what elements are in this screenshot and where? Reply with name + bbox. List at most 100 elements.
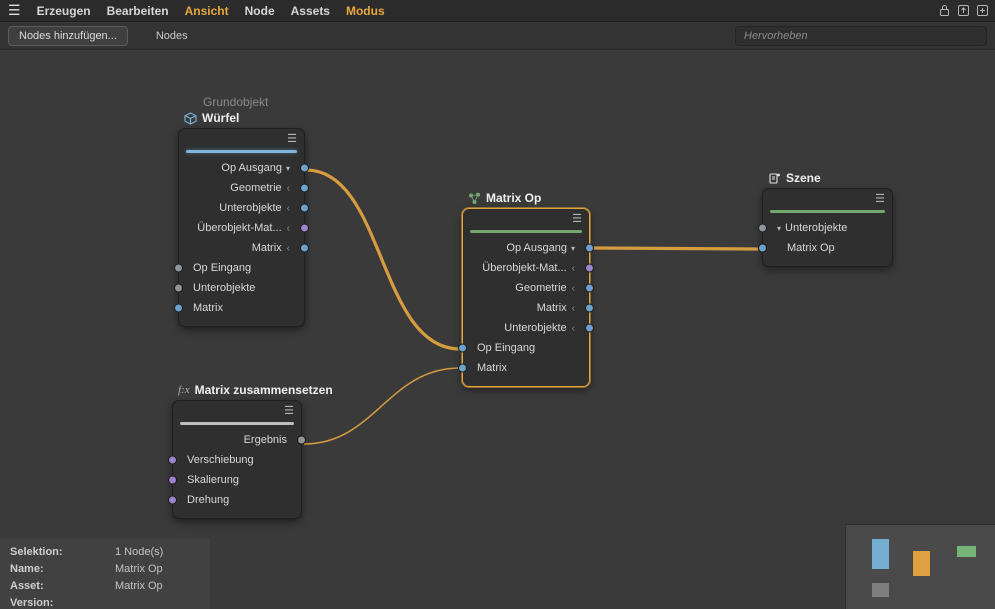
node-matrix-zusammensetzen[interactable]: f:x Matrix zusammensetzen ☰ Ergebnis Ver… bbox=[172, 400, 302, 519]
node-header[interactable]: ☰ bbox=[463, 209, 589, 230]
expand-icon[interactable]: ▾ bbox=[777, 224, 781, 233]
port-dot[interactable] bbox=[758, 244, 767, 253]
minimap-node-szene bbox=[957, 546, 976, 557]
node-toolbar: Nodes hinzufügen... Nodes bbox=[0, 23, 995, 50]
node-wuerfel[interactable]: Grundobjekt Würfel ☰ Op Ausgang ▾ Geomet… bbox=[178, 128, 305, 327]
node-header[interactable]: ☰ bbox=[173, 401, 301, 422]
connection-wire[interactable] bbox=[306, 170, 460, 349]
port-dot[interactable] bbox=[585, 284, 594, 293]
menu-ansicht[interactable]: Ansicht bbox=[177, 4, 237, 18]
port-dot[interactable] bbox=[174, 284, 183, 293]
menu-modus[interactable]: Modus bbox=[338, 4, 393, 18]
node-matrix-op[interactable]: Matrix Op ☰ Op Ausgang ▾ Überobjekt-Mat.… bbox=[462, 208, 590, 387]
node-menu-icon[interactable]: ☰ bbox=[875, 192, 885, 205]
collapse-icon[interactable]: ‹ bbox=[572, 263, 575, 274]
port-dot[interactable] bbox=[758, 224, 767, 233]
port-dot[interactable] bbox=[300, 204, 309, 213]
port-label: Op Eingang bbox=[477, 342, 535, 354]
collapse-icon[interactable]: ‹ bbox=[287, 223, 290, 234]
port-dot[interactable] bbox=[300, 164, 309, 173]
node-caption: Matrix Op bbox=[468, 191, 541, 205]
port-label: Geometrie bbox=[230, 182, 281, 194]
collapse-icon[interactable]: ‹ bbox=[287, 203, 290, 214]
port-dot[interactable] bbox=[174, 304, 183, 313]
menu-erzeugen[interactable]: Erzeugen bbox=[29, 4, 99, 18]
port-row: Op Eingang bbox=[179, 258, 304, 278]
node-accent-bar bbox=[180, 422, 294, 425]
info-row: Version: bbox=[10, 594, 210, 609]
port-row: Op Ausgang ▾ bbox=[179, 158, 304, 178]
port-dot[interactable] bbox=[300, 184, 309, 193]
expand-icon[interactable]: ▾ bbox=[286, 164, 290, 173]
node-menu-icon[interactable]: ☰ bbox=[284, 404, 294, 417]
port-label: Überobjekt-Mat... bbox=[197, 222, 281, 234]
port-dot[interactable] bbox=[458, 364, 467, 373]
hamburger-menu-icon[interactable]: ☰ bbox=[0, 2, 29, 19]
port-row: Matrix bbox=[179, 298, 304, 318]
port-dot[interactable] bbox=[585, 304, 594, 313]
node-title: Würfel bbox=[202, 111, 239, 125]
node-szene[interactable]: Szene ☰ ▾ Unterobjekte Matrix Op bbox=[762, 188, 893, 267]
collapse-icon[interactable]: ‹ bbox=[572, 283, 575, 294]
new-panel-icon[interactable] bbox=[976, 4, 989, 17]
connection-wire[interactable] bbox=[304, 368, 460, 444]
menu-assets[interactable]: Assets bbox=[283, 4, 338, 18]
info-label: Name: bbox=[10, 563, 115, 575]
node-accent-bar bbox=[770, 210, 885, 213]
connection-wire[interactable] bbox=[592, 248, 758, 249]
port-dot[interactable] bbox=[174, 264, 183, 273]
port-label: Matrix Op bbox=[787, 242, 835, 254]
port-dot[interactable] bbox=[458, 344, 467, 353]
collapse-icon[interactable]: ‹ bbox=[287, 243, 290, 254]
port-label: Unterobjekte bbox=[219, 202, 281, 214]
menu-node[interactable]: Node bbox=[237, 4, 283, 18]
port-label: Matrix bbox=[252, 242, 282, 254]
port-row: Verschiebung bbox=[173, 450, 301, 470]
node-caption: f:x Matrix zusammensetzen bbox=[178, 383, 333, 397]
node-accent-bar bbox=[470, 230, 582, 233]
minimap-node-wuerfel bbox=[872, 539, 889, 569]
node-header[interactable]: ☰ bbox=[179, 129, 304, 150]
node-menu-icon[interactable]: ☰ bbox=[287, 132, 297, 145]
port-label: Op Ausgang bbox=[221, 162, 282, 174]
node-menu-icon[interactable]: ☰ bbox=[572, 212, 582, 225]
collapse-icon[interactable]: ‹ bbox=[572, 303, 575, 314]
add-nodes-button[interactable]: Nodes hinzufügen... bbox=[8, 26, 128, 46]
dock-window-icon[interactable] bbox=[957, 4, 970, 17]
collapse-icon[interactable]: ‹ bbox=[287, 183, 290, 194]
lock-icon[interactable] bbox=[938, 4, 951, 17]
port-dot[interactable] bbox=[168, 456, 177, 465]
node-title: Szene bbox=[786, 171, 821, 185]
collapse-icon[interactable]: ‹ bbox=[572, 323, 575, 334]
port-row: Matrix ‹ bbox=[463, 298, 589, 318]
menu-bearbeiten[interactable]: Bearbeiten bbox=[99, 4, 177, 18]
port-label: Verschiebung bbox=[187, 454, 254, 466]
node-accent-bar bbox=[186, 150, 297, 153]
port-row: Unterobjekte ‹ bbox=[463, 318, 589, 338]
port-dot[interactable] bbox=[168, 476, 177, 485]
tab-nodes[interactable]: Nodes bbox=[156, 30, 188, 42]
port-label: Matrix bbox=[477, 362, 507, 374]
selection-info-panel: Selektion: 1 Node(s) Name: Matrix Op Ass… bbox=[0, 538, 210, 609]
node-category-label: Grundobjekt bbox=[203, 95, 268, 109]
port-dot[interactable] bbox=[168, 496, 177, 505]
port-dot[interactable] bbox=[297, 436, 306, 445]
minimap[interactable] bbox=[845, 524, 995, 609]
cube-icon bbox=[184, 112, 197, 125]
port-dot[interactable] bbox=[300, 224, 309, 233]
port-dot[interactable] bbox=[300, 244, 309, 253]
port-row: Matrix ‹ bbox=[179, 238, 304, 258]
port-dot[interactable] bbox=[585, 264, 594, 273]
port-label: Op Eingang bbox=[193, 262, 251, 274]
port-dot[interactable] bbox=[585, 324, 594, 333]
port-label: Überobjekt-Mat... bbox=[482, 262, 566, 274]
matrix-op-icon bbox=[468, 192, 481, 205]
node-header[interactable]: ☰ bbox=[763, 189, 892, 210]
highlight-search-input[interactable] bbox=[735, 26, 987, 46]
port-dot[interactable] bbox=[585, 244, 594, 253]
info-label: Version: bbox=[10, 597, 115, 609]
info-row: Name: Matrix Op bbox=[10, 560, 210, 577]
expand-icon[interactable]: ▾ bbox=[571, 244, 575, 253]
port-row: Ergebnis bbox=[173, 430, 301, 450]
port-label: Unterobjekte bbox=[193, 282, 255, 294]
